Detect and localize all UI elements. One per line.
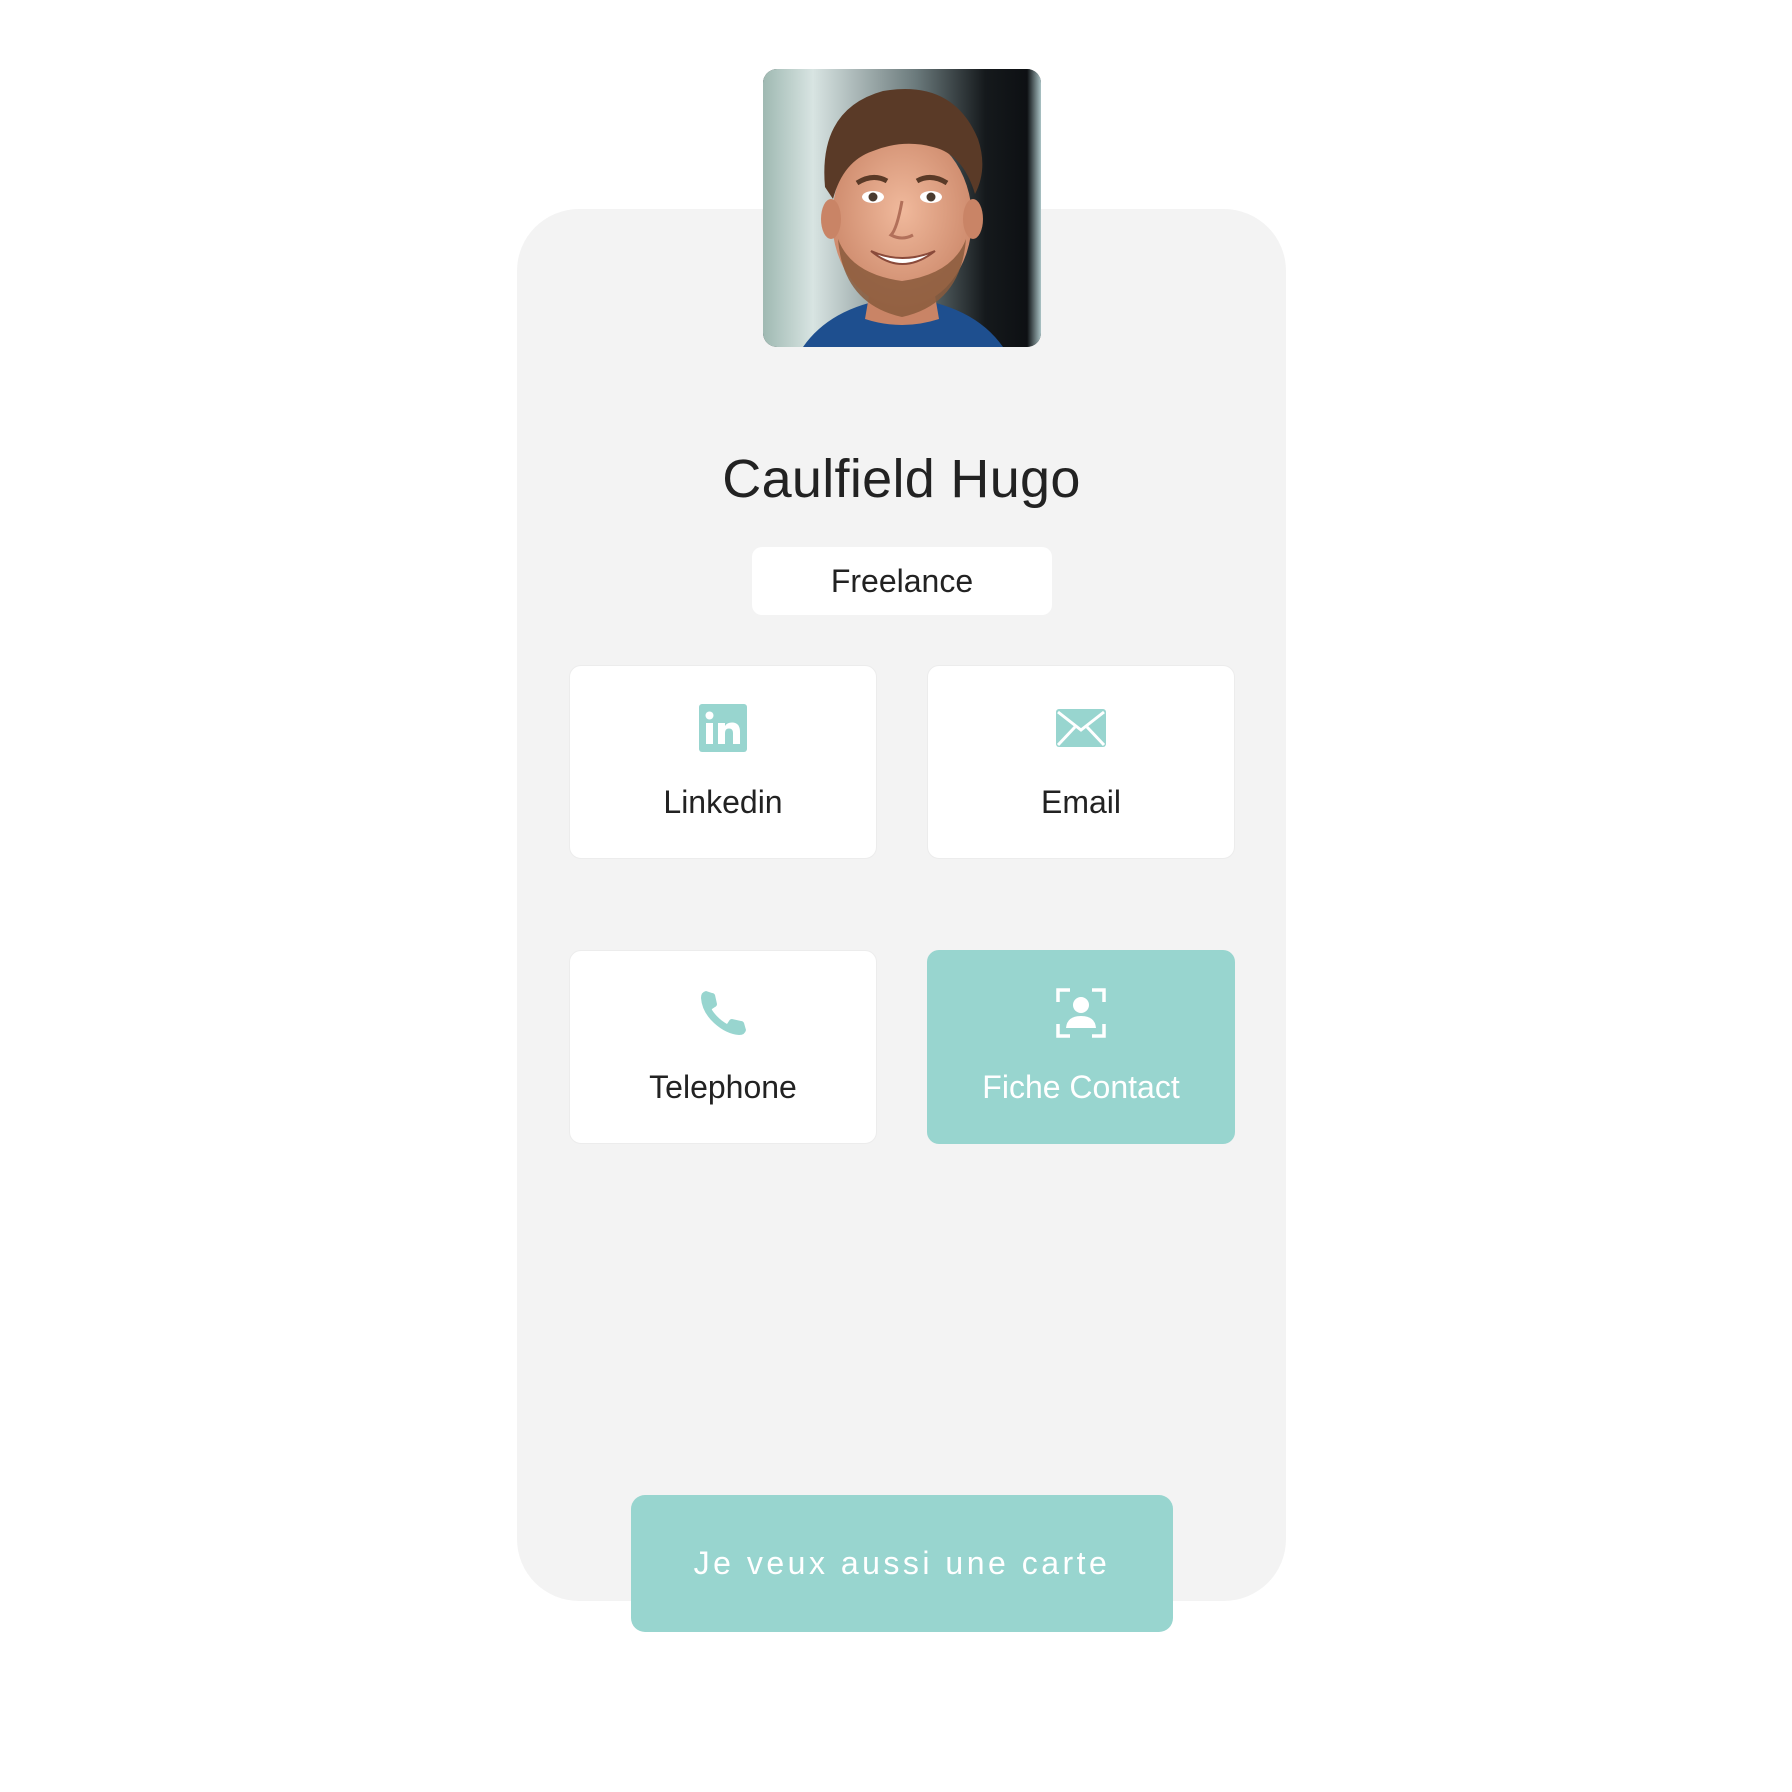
email-button[interactable]: Email [927, 665, 1235, 859]
profile-photo [763, 69, 1041, 347]
envelope-icon [1055, 702, 1107, 754]
contact-card-icon [1055, 987, 1107, 1039]
profile-card [517, 209, 1286, 1601]
profile-tag: Freelance [752, 547, 1052, 615]
linkedin-label: Linkedin [663, 784, 783, 820]
contact-card-label: Fiche Contact [982, 1069, 1180, 1105]
page: Caulfield Hugo Freelance Linkedin Email [0, 0, 1792, 1792]
get-card-button[interactable]: Je veux aussi une carte [631, 1495, 1173, 1632]
phone-icon [697, 987, 749, 1039]
profile-name: Caulfield Hugo [722, 449, 1081, 509]
telephone-button[interactable]: Telephone [569, 950, 877, 1144]
linkedin-button[interactable]: Linkedin [569, 665, 877, 859]
email-label: Email [1040, 784, 1121, 820]
telephone-label: Telephone [649, 1069, 797, 1105]
contact-card-button[interactable]: Fiche Contact [927, 950, 1235, 1144]
linkedin-icon [697, 702, 749, 754]
